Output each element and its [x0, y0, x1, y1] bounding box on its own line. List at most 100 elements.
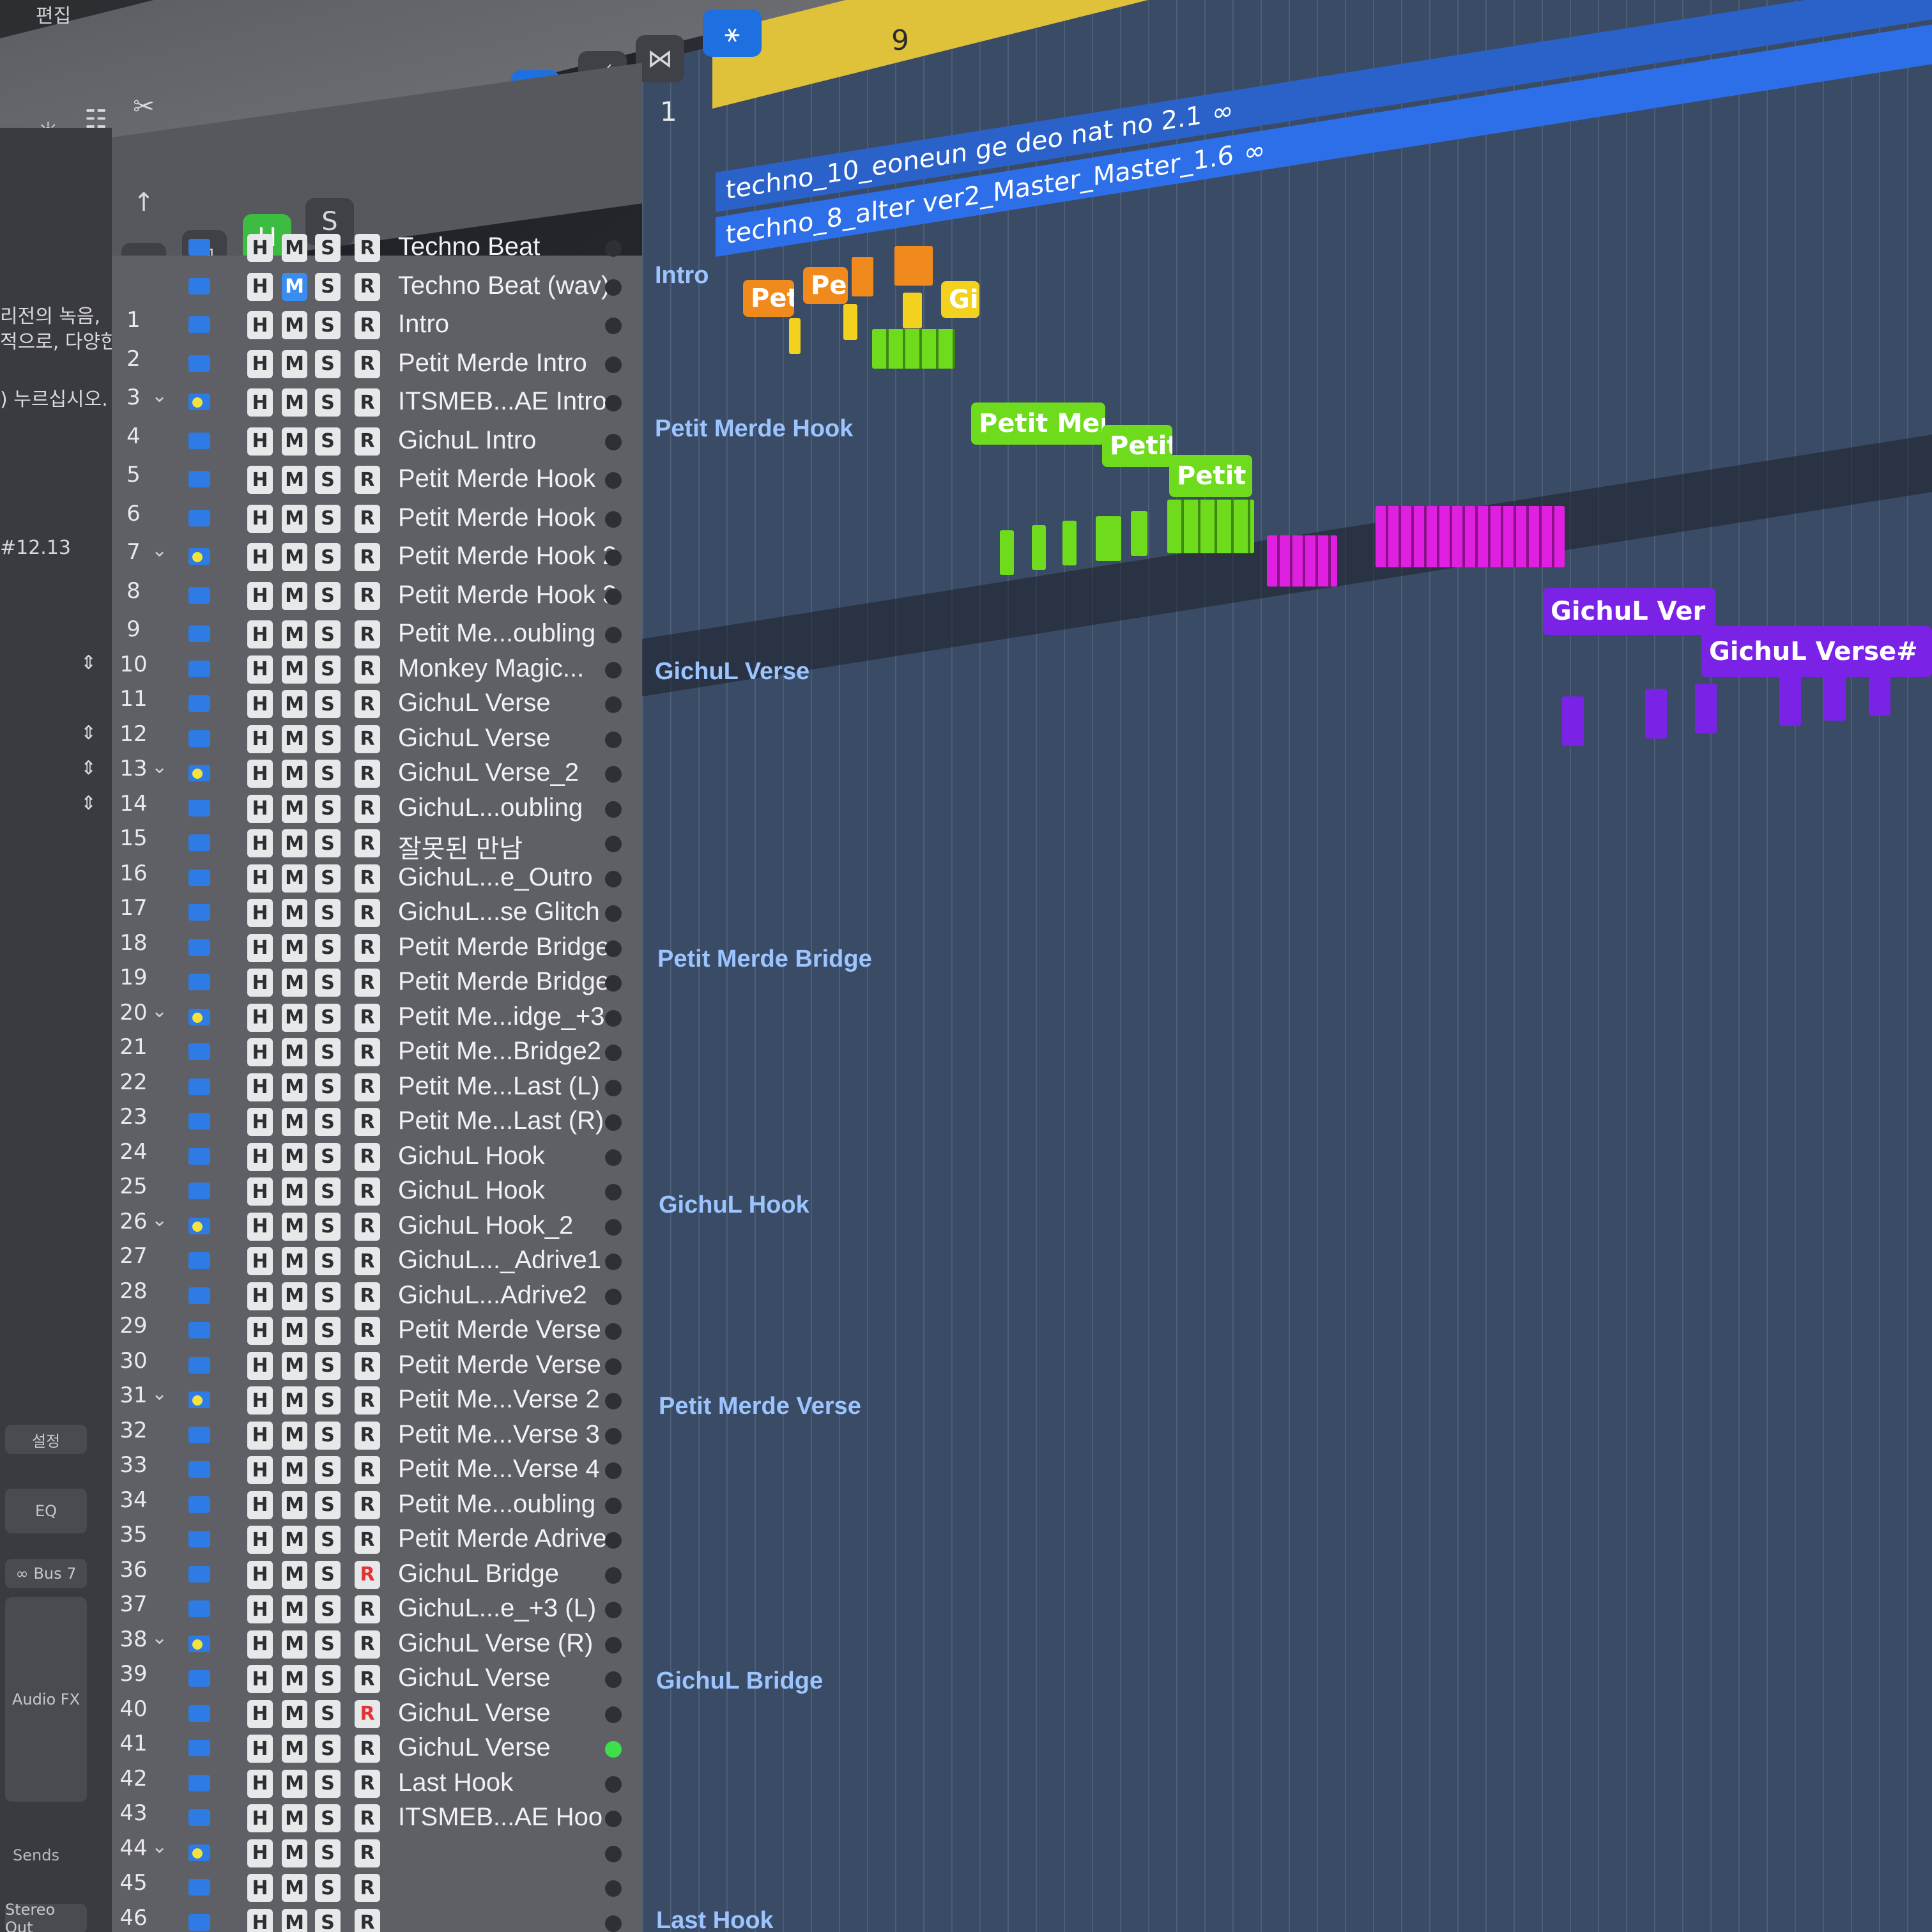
hide-button[interactable]: H: [247, 1769, 273, 1798]
record-arm-button[interactable]: R: [355, 466, 380, 494]
marker-gichul-hook[interactable]: GichuL Hook: [659, 1192, 809, 1219]
hide-button[interactable]: H: [247, 1108, 273, 1136]
solo-button[interactable]: S: [315, 1142, 341, 1171]
region-green-petit-merd[interactable]: Petit Merd: [971, 402, 1105, 445]
record-arm-button[interactable]: R: [355, 1038, 380, 1066]
mute-button[interactable]: M: [282, 1351, 307, 1380]
track-row[interactable]: 6 H M S R Petit Merde Hook: [112, 501, 642, 537]
region-purple-gichul-ver[interactable]: GichuL Ver: [1543, 588, 1715, 635]
hide-button[interactable]: H: [247, 388, 273, 417]
hide-button[interactable]: H: [247, 724, 273, 753]
chevron-down-icon[interactable]: ⌄: [151, 1836, 167, 1858]
solo-button[interactable]: S: [315, 466, 341, 494]
track-name[interactable]: GichuL Verse_2: [398, 758, 579, 787]
track-name[interactable]: GichuL Verse: [398, 1664, 551, 1692]
hide-button[interactable]: H: [247, 234, 273, 262]
stepper-icon[interactable]: ⇕: [80, 792, 96, 815]
track-name[interactable]: GichuL...oubling: [398, 793, 583, 822]
track-row[interactable]: 7 ⌄ H M S R Petit Merde Hook 2: [112, 539, 642, 575]
track-row[interactable]: 10 H M S R Monkey Magic...: [112, 652, 642, 687]
mute-button[interactable]: M: [282, 1108, 307, 1136]
record-arm-button[interactable]: R: [355, 581, 380, 610]
hide-button[interactable]: H: [247, 466, 273, 494]
record-arm-button[interactable]: R: [355, 1003, 380, 1032]
region-purple-block[interactable]: [1562, 696, 1584, 746]
hide-button[interactable]: H: [247, 1282, 273, 1310]
mute-button[interactable]: M: [282, 1491, 307, 1519]
region-magenta-blocks[interactable]: [1376, 506, 1565, 567]
audio-fx-slot[interactable]: Audio FX: [5, 1597, 87, 1802]
record-arm-button[interactable]: R: [355, 1839, 380, 1867]
track-row[interactable]: 46 H M S R: [112, 1905, 642, 1932]
region-green-blocks[interactable]: [1167, 500, 1254, 553]
track-row[interactable]: 21 H M S R Petit Me...Bridge2: [112, 1034, 642, 1070]
solo-button[interactable]: S: [315, 690, 341, 718]
marker-petit-merde-bridge[interactable]: Petit Merde Bridge: [657, 946, 872, 973]
record-arm-button[interactable]: R: [355, 1177, 380, 1206]
mute-button[interactable]: M: [282, 1665, 307, 1693]
record-arm-button[interactable]: R: [355, 1212, 380, 1241]
track-row[interactable]: 17 H M S R GichuL...se Glitch: [112, 895, 642, 931]
record-arm-button[interactable]: R: [355, 969, 380, 997]
hide-button[interactable]: H: [247, 427, 273, 456]
region-green-block[interactable]: [1000, 530, 1014, 575]
track-name[interactable]: ITSMEB...AE Intro: [398, 387, 607, 416]
hide-button[interactable]: H: [247, 1665, 273, 1693]
mute-button[interactable]: M: [282, 1038, 307, 1066]
hide-button[interactable]: H: [247, 1351, 273, 1380]
solo-button[interactable]: S: [315, 543, 341, 571]
track-row[interactable]: 16 H M S R GichuL...e_Outro: [112, 861, 642, 896]
mute-button[interactable]: M: [282, 794, 307, 823]
solo-button[interactable]: S: [315, 1108, 341, 1136]
mute-button[interactable]: M: [282, 1769, 307, 1798]
mute-button[interactable]: M: [282, 1839, 307, 1867]
chevron-down-icon[interactable]: ⌄: [151, 1209, 167, 1231]
track-row[interactable]: 41 H M S R GichuL Verse: [112, 1731, 642, 1767]
track-name[interactable]: Petit Merde Verse: [398, 1351, 601, 1379]
hide-button[interactable]: H: [247, 1526, 273, 1554]
track-name[interactable]: Petit Me...oubling: [398, 619, 595, 648]
mute-button[interactable]: M: [282, 724, 307, 753]
chevron-down-icon[interactable]: ⌄: [151, 539, 167, 562]
record-arm-button[interactable]: R: [355, 272, 380, 301]
chevron-down-icon[interactable]: ⌄: [151, 1000, 167, 1022]
record-arm-button[interactable]: R: [355, 690, 380, 718]
mute-button[interactable]: M: [282, 234, 307, 262]
record-arm-button[interactable]: R: [355, 1665, 380, 1693]
hide-button[interactable]: H: [247, 1142, 273, 1171]
solo-button[interactable]: S: [315, 1003, 341, 1032]
track-name[interactable]: ITSMEB...AE Hoo: [398, 1803, 602, 1832]
scissors-icon[interactable]: ✂: [121, 83, 166, 130]
track-name[interactable]: Petit Me...idge_+3: [398, 1002, 605, 1031]
track-name[interactable]: GichuL..._Adrive1: [398, 1246, 601, 1275]
solo-button[interactable]: S: [315, 1421, 341, 1450]
mute-button[interactable]: M: [282, 311, 307, 339]
hide-button[interactable]: H: [247, 760, 273, 788]
track-name[interactable]: Petit Merde Bridge: [398, 967, 610, 996]
stepper-icon[interactable]: ⇕: [80, 757, 96, 779]
track-row[interactable]: H M S R Techno Beat: [112, 230, 642, 266]
track-row[interactable]: 18 H M S R Petit Merde Bridge: [112, 930, 642, 966]
track-row[interactable]: 11 H M S R GichuL Verse: [112, 686, 642, 722]
region-green-petit-2[interactable]: Petit: [1169, 455, 1252, 497]
marker-petit-merde-verse[interactable]: Petit Merde Verse: [659, 1393, 861, 1420]
track-row[interactable]: 29 H M S R Petit Merde Verse: [112, 1313, 642, 1349]
track-name[interactable]: Petit Merde Intro: [398, 349, 587, 378]
solo-button[interactable]: S: [315, 1526, 341, 1554]
solo-button[interactable]: S: [315, 1769, 341, 1798]
mute-button[interactable]: M: [282, 504, 307, 533]
chevron-down-icon[interactable]: ⌄: [151, 756, 167, 778]
region-green-blocks[interactable]: [872, 329, 955, 369]
record-arm-button[interactable]: R: [355, 1386, 380, 1414]
record-arm-button[interactable]: R: [355, 760, 380, 788]
region-yellow-block[interactable]: [903, 293, 922, 328]
solo-button[interactable]: S: [315, 1804, 341, 1832]
hide-button[interactable]: H: [247, 655, 273, 684]
mute-button[interactable]: M: [282, 969, 307, 997]
track-name[interactable]: GichuL...e_+3 (L): [398, 1594, 596, 1623]
solo-button[interactable]: S: [315, 427, 341, 456]
hide-button[interactable]: H: [247, 620, 273, 648]
track-name[interactable]: GichuL Verse: [398, 1733, 551, 1762]
track-name[interactable]: Techno Beat (wav): [398, 272, 610, 300]
track-name[interactable]: Intro: [398, 310, 449, 339]
